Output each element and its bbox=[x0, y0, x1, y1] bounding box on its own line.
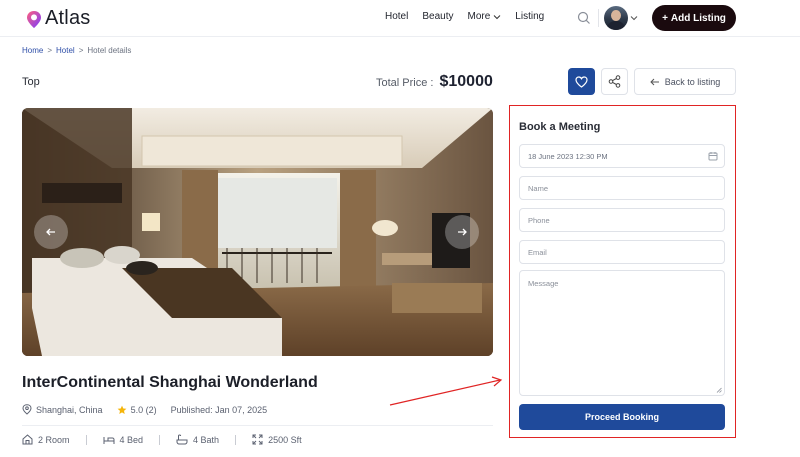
email-input[interactable] bbox=[528, 247, 724, 257]
nav-item-label: Hotel bbox=[385, 11, 409, 22]
date-time-value: 18 June 2023 12:30 PM bbox=[528, 151, 608, 161]
booking-card: Book a Meeting 18 June 2023 12:30 PM Pro… bbox=[509, 105, 736, 438]
logo-text: Atlas bbox=[45, 7, 91, 29]
back-to-listing-label: Back to listing bbox=[664, 76, 721, 87]
hotel-photo bbox=[22, 108, 493, 356]
avatar bbox=[604, 6, 628, 30]
plus-icon: + bbox=[662, 12, 668, 24]
bath-icon bbox=[176, 434, 188, 445]
hotel-location: Shanghai, China bbox=[36, 404, 103, 415]
booking-title: Book a Meeting bbox=[519, 121, 601, 133]
breadcrumb-hotel[interactable]: Hotel bbox=[56, 46, 75, 55]
email-field[interactable] bbox=[519, 240, 725, 264]
total-price: Total Price : $10000 bbox=[376, 73, 493, 91]
share-icon bbox=[608, 75, 621, 88]
proceed-booking-label: Proceed Booking bbox=[584, 412, 659, 422]
hotel-meta: Shanghai, China 5.0 (2) Published: Jan 0… bbox=[22, 404, 267, 415]
header-divider bbox=[598, 9, 599, 27]
previous-photo-button[interactable] bbox=[34, 215, 68, 249]
location-pin-icon bbox=[22, 404, 32, 415]
phone-input[interactable] bbox=[528, 215, 724, 225]
amenity-label: 2 Room bbox=[38, 434, 70, 445]
arrow-left-icon bbox=[650, 78, 659, 85]
nav-item-more[interactable]: More bbox=[468, 11, 502, 22]
back-to-listing-button[interactable]: Back to listing bbox=[634, 68, 736, 95]
favorite-button[interactable] bbox=[568, 68, 595, 95]
breadcrumb-current: Hotel details bbox=[87, 46, 132, 55]
heart-icon bbox=[575, 75, 588, 88]
nav-item-label: More bbox=[467, 11, 491, 22]
total-price-label: Total Price : bbox=[376, 77, 434, 89]
message-field[interactable] bbox=[519, 270, 725, 396]
name-input[interactable] bbox=[528, 183, 724, 193]
main-nav: Hotel Beauty More Listing bbox=[385, 11, 544, 22]
amenity-label: 4 Bed bbox=[119, 434, 144, 445]
user-menu[interactable] bbox=[604, 6, 638, 30]
amenity-rooms: 2 Room bbox=[22, 434, 70, 445]
message-textarea[interactable] bbox=[528, 279, 716, 387]
next-photo-button[interactable] bbox=[445, 215, 479, 249]
nav-item-hotel[interactable]: Hotel bbox=[385, 11, 408, 22]
hotel-name: InterContinental Shanghai Wonderland bbox=[22, 374, 318, 391]
area-icon bbox=[252, 434, 263, 445]
bed-icon bbox=[103, 436, 115, 444]
amenity-label: 2500 Sft bbox=[268, 434, 302, 445]
arrow-left-icon bbox=[46, 228, 55, 236]
share-button[interactable] bbox=[601, 68, 628, 95]
amenities: 2 Room 4 Bed 4 Bath 2500 Sft bbox=[22, 434, 302, 445]
amenity-baths: 4 Bath bbox=[176, 434, 219, 445]
location-pin-logo-icon bbox=[26, 10, 42, 28]
annotation-arrow bbox=[389, 376, 503, 406]
add-listing-button[interactable]: + Add Listing bbox=[652, 5, 736, 31]
top-header: Atlas Hotel Beauty More Listing + Add Li… bbox=[0, 0, 800, 36]
breadcrumb-separator: > bbox=[78, 46, 84, 55]
room-icon bbox=[22, 434, 33, 445]
breadcrumb-home[interactable]: Home bbox=[22, 46, 43, 55]
amenity-area: 2500 Sft bbox=[252, 434, 302, 445]
date-time-field[interactable]: 18 June 2023 12:30 PM bbox=[519, 144, 725, 168]
add-listing-label: Add Listing bbox=[670, 12, 726, 24]
search-icon[interactable] bbox=[577, 11, 591, 25]
hotel-rating: 5.0 (2) bbox=[130, 404, 157, 415]
amenity-label: 4 Bath bbox=[193, 434, 220, 445]
chevron-down-icon bbox=[493, 14, 501, 19]
breadcrumb: Home > Hotel > Hotel details bbox=[22, 46, 131, 55]
amenity-beds: 4 Bed bbox=[103, 434, 144, 445]
name-field[interactable] bbox=[519, 176, 725, 200]
logo[interactable]: Atlas bbox=[26, 7, 90, 30]
nav-item-beauty[interactable]: Beauty bbox=[422, 11, 453, 22]
resize-handle-icon[interactable] bbox=[716, 387, 722, 393]
top-label: Top bbox=[22, 76, 40, 88]
nav-item-label: Listing bbox=[515, 11, 545, 22]
total-price-value: $10000 bbox=[439, 73, 493, 90]
calendar-icon[interactable] bbox=[708, 151, 718, 161]
breadcrumb-separator: > bbox=[47, 46, 53, 55]
divider bbox=[22, 425, 493, 426]
arrow-right-icon bbox=[458, 228, 467, 236]
phone-field[interactable] bbox=[519, 208, 725, 232]
nav-item-listing[interactable]: Listing bbox=[515, 11, 544, 22]
hotel-published: Published: Jan 07, 2025 bbox=[170, 404, 268, 415]
nav-item-label: Beauty bbox=[422, 11, 454, 22]
chevron-down-icon bbox=[630, 16, 638, 21]
proceed-booking-button[interactable]: Proceed Booking bbox=[519, 404, 725, 430]
star-icon bbox=[117, 405, 126, 414]
